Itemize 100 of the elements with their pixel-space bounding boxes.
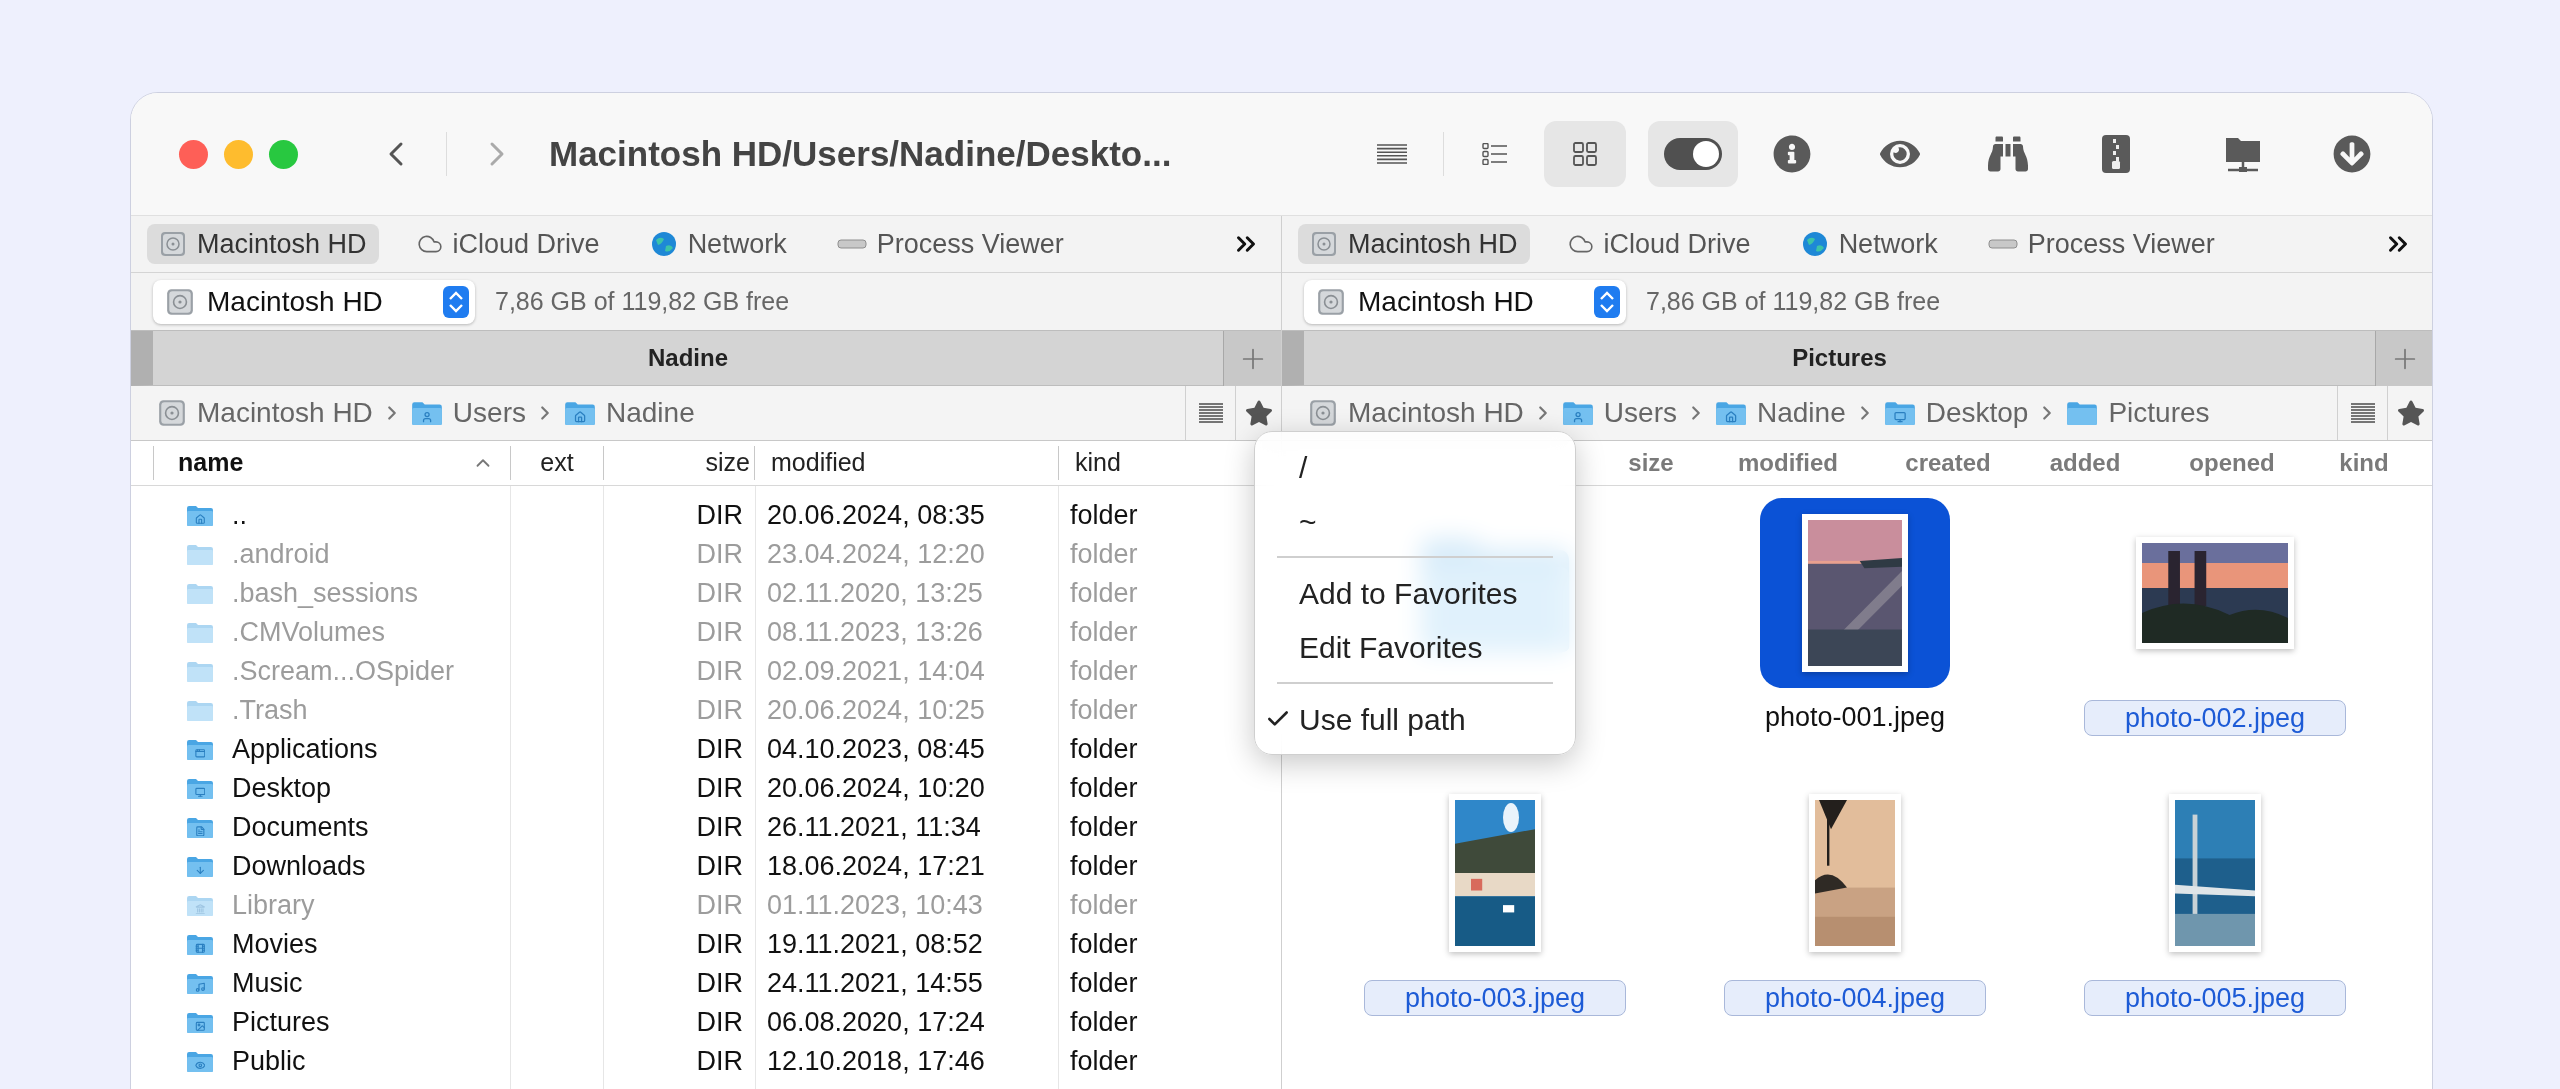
column-header[interactable]: ext xyxy=(540,444,574,482)
menu-item[interactable]: ~ xyxy=(1265,494,1553,548)
column-header[interactable]: modified xyxy=(771,444,866,482)
photo-thumbnail[interactable] xyxy=(2169,794,2261,952)
list-view-icon[interactable] xyxy=(2350,403,2375,423)
column-header[interactable]: modified xyxy=(1738,445,1838,481)
size-cell-text: DIR xyxy=(696,577,743,611)
star-icon[interactable] xyxy=(1244,399,1273,427)
column-header[interactable]: created xyxy=(1905,445,1991,481)
folder-icon xyxy=(186,1011,214,1034)
file-name: Music xyxy=(232,967,303,1001)
file-name[interactable]: photo-002.jpeg xyxy=(2084,700,2346,736)
size-cell-text: DIR xyxy=(696,772,743,806)
favorite-tab[interactable]: Process Viewer xyxy=(1975,224,2227,264)
free-space-text: 7,86 GB of 119,82 GB free xyxy=(495,285,790,317)
file-row[interactable]: Pictures DIR 06.08.2020, 17:24 folder xyxy=(153,1003,1268,1042)
date-cell: 19.11.2021, 08:52 xyxy=(767,929,983,960)
path-item[interactable]: Pictures xyxy=(2066,392,2210,434)
path-item[interactable]: Nadine xyxy=(563,392,695,434)
folder-icon xyxy=(186,504,214,527)
path-item[interactable]: Users xyxy=(410,392,526,434)
list-view-icon[interactable] xyxy=(1377,144,1407,164)
column-header[interactable]: added xyxy=(2049,445,2121,481)
folder-icon xyxy=(1561,399,1594,427)
drive-select[interactable]: Macintosh HD xyxy=(153,279,475,324)
file-row[interactable]: .. DIR 20.06.2024, 08:35 folder xyxy=(153,496,1268,535)
stepper-icon[interactable] xyxy=(1594,285,1620,318)
info-icon[interactable] xyxy=(1773,135,1811,173)
photo-thumbnail[interactable] xyxy=(1809,794,1901,952)
kind-cell: folder xyxy=(1070,578,1138,609)
selection-highlight[interactable] xyxy=(1760,498,1950,688)
file-name: Public xyxy=(232,1045,306,1079)
column-header[interactable]: size xyxy=(1628,445,1674,481)
photo-thumbnail[interactable] xyxy=(1802,514,1908,672)
folder-icon xyxy=(186,894,214,917)
download-icon[interactable] xyxy=(2333,135,2371,173)
path-item[interactable]: Nadine xyxy=(1714,392,1846,434)
folder-icon xyxy=(186,582,214,605)
menu-item[interactable]: Use full path xyxy=(1265,692,1553,746)
file-name[interactable]: photo-004.jpeg xyxy=(1724,980,1986,1016)
drive-select[interactable]: Macintosh HD xyxy=(1304,279,1626,324)
date-cell: 08.11.2023, 13:26 xyxy=(767,617,983,648)
photo-thumbnail[interactable] xyxy=(1449,794,1541,952)
file-name[interactable]: photo-003.jpeg xyxy=(1364,980,1626,1016)
photo-thumbnail[interactable] xyxy=(2136,537,2294,649)
file-row[interactable]: Downloads DIR 18.06.2024, 17:21 folder xyxy=(153,847,1268,886)
file-name[interactable]: photo-005.jpeg xyxy=(2084,980,2346,1016)
kind-cell: folder xyxy=(1070,773,1138,804)
column-header[interactable]: size xyxy=(705,444,750,482)
date-cell: 01.11.2023, 10:43 xyxy=(767,890,983,921)
file-row[interactable]: Applications DIR 04.10.2023, 08:45 folder xyxy=(153,730,1268,769)
favorite-tab[interactable]: Network xyxy=(1788,224,1950,264)
toggle-switch[interactable] xyxy=(1664,138,1722,170)
menu-item[interactable]: Edit Favorites xyxy=(1265,620,1553,674)
date-cell: 24.11.2021, 14:55 xyxy=(767,968,983,999)
details-list-icon[interactable] xyxy=(1482,143,1508,165)
size-cell-text: DIR xyxy=(696,1045,743,1079)
pane-title: Pictures xyxy=(1792,343,1887,373)
date-cell: 26.11.2021, 11:34 xyxy=(767,812,981,843)
grid-icon[interactable] xyxy=(1573,142,1597,166)
path-item[interactable]: Macintosh HD xyxy=(1308,392,1524,434)
column-header[interactable]: opened xyxy=(2189,445,2275,481)
binoculars-icon[interactable] xyxy=(1988,134,2028,174)
column-header[interactable]: kind xyxy=(2339,445,2389,481)
date-cell: 23.04.2024, 12:20 xyxy=(767,539,985,570)
star-icon[interactable] xyxy=(2396,399,2425,427)
favorite-tab[interactable]: iCloud Drive xyxy=(1555,224,1763,264)
file-row[interactable]: Music DIR 24.11.2021, 14:55 folder xyxy=(153,964,1268,1003)
size-cell-text: DIR xyxy=(696,850,743,884)
menu-item[interactable]: / xyxy=(1265,440,1553,494)
file-row[interactable]: Desktop DIR 20.06.2024, 10:20 folder xyxy=(153,769,1268,808)
view-mode-button[interactable] xyxy=(1544,121,1626,187)
zipper-icon[interactable] xyxy=(2101,134,2131,174)
path-item[interactable]: Desktop xyxy=(1883,392,2029,434)
date-cell: 12.10.2018, 17:46 xyxy=(767,1046,985,1077)
file-row[interactable]: Public DIR 12.10.2018, 17:46 folder xyxy=(153,1042,1268,1081)
menu-item[interactable]: Add to Favorites xyxy=(1265,566,1553,620)
path-item[interactable]: Users xyxy=(1561,392,1677,434)
path-item[interactable]: Macintosh HD xyxy=(157,392,373,434)
file-name[interactable]: photo-001.jpeg xyxy=(1764,700,1946,734)
folder-icon xyxy=(186,738,214,761)
favorite-tab[interactable]: iCloud Drive xyxy=(404,224,612,264)
file-row[interactable]: Movies DIR 19.11.2021, 08:52 folder xyxy=(153,925,1268,964)
list-view-icon[interactable] xyxy=(1198,403,1223,423)
favorite-tab[interactable]: Macintosh HD xyxy=(1298,224,1530,264)
stepper-icon[interactable] xyxy=(443,285,469,318)
date-cell: 06.08.2020, 17:24 xyxy=(767,1007,985,1038)
toggle-button[interactable] xyxy=(1648,121,1738,187)
close-button[interactable] xyxy=(179,139,208,169)
pane-title: Nadine xyxy=(648,343,728,373)
favorite-tab[interactable]: Network xyxy=(637,224,799,264)
column-header[interactable]: kind xyxy=(1075,444,1121,482)
folder-icon xyxy=(186,855,214,878)
file-row[interactable]: Documents DIR 26.11.2021, 11:34 folder xyxy=(153,808,1268,847)
favorite-tab[interactable]: Macintosh HD xyxy=(147,224,379,264)
file-name: Downloads xyxy=(232,850,366,884)
size-cell-text: DIR xyxy=(696,616,743,650)
file-name: Movies xyxy=(232,928,318,962)
favorite-tab[interactable]: Process Viewer xyxy=(824,224,1076,264)
column-header[interactable]: name xyxy=(178,444,244,482)
